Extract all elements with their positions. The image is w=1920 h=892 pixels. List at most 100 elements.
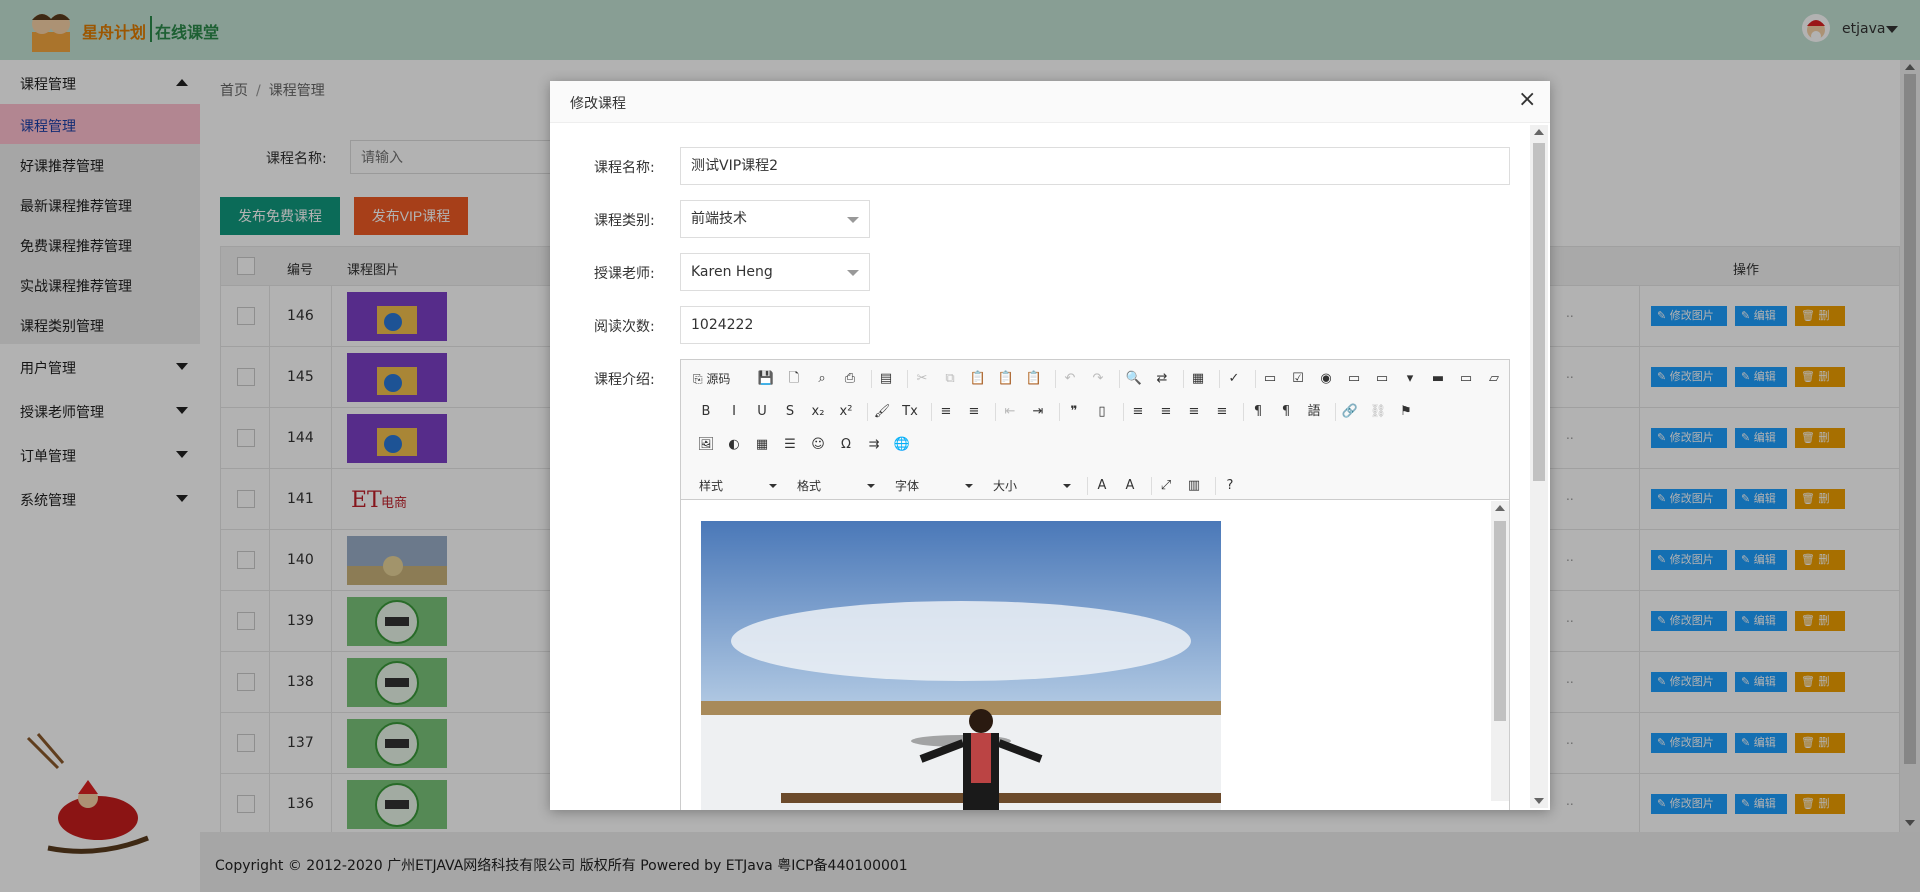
bulleted-list-icon[interactable]: ≡: [965, 403, 983, 421]
template-icon[interactable]: ▤: [877, 370, 895, 388]
div-icon[interactable]: ▯: [1093, 403, 1111, 421]
scrollbar-thumb[interactable]: [1533, 143, 1545, 481]
underline-icon[interactable]: U: [753, 403, 771, 421]
ltr-icon[interactable]: ¶: [1249, 403, 1267, 421]
select-icon[interactable]: ▾: [1401, 370, 1419, 388]
course-category-label: 课程类别:: [594, 213, 655, 229]
align-left-icon[interactable]: ≡: [1129, 403, 1147, 421]
textarea-icon[interactable]: ▭: [1373, 370, 1391, 388]
style-combo[interactable]: 样式: [699, 477, 777, 494]
dialog-scrollbar[interactable]: [1530, 125, 1548, 808]
unlink-icon[interactable]: ⛓: [1369, 403, 1387, 421]
scroll-down-icon[interactable]: [1534, 798, 1544, 804]
outdent-icon[interactable]: ⇤: [1001, 403, 1019, 421]
align-right-icon[interactable]: ≡: [1185, 403, 1203, 421]
blockquote-icon[interactable]: ❞: [1065, 403, 1083, 421]
save-icon[interactable]: 💾: [757, 370, 775, 388]
image-icon[interactable]: 🖼: [697, 436, 715, 454]
views-label: 阅读次数:: [594, 319, 655, 335]
source-button-label: 源码: [706, 372, 731, 386]
teacher-label: 授课老师:: [594, 266, 655, 282]
source-button[interactable]: ⎘ 源码: [693, 370, 730, 387]
bg-color-icon[interactable]: A: [1121, 477, 1139, 495]
preview-icon[interactable]: ⌕: [813, 370, 831, 388]
flash-icon[interactable]: ◐: [725, 436, 743, 454]
textfield-icon[interactable]: ▭: [1345, 370, 1363, 388]
spellcheck-icon[interactable]: ✓: [1225, 370, 1243, 388]
show-blocks-icon[interactable]: ▥: [1185, 477, 1203, 495]
copy-format-icon[interactable]: 🖌: [873, 403, 891, 421]
italic-icon[interactable]: I: [725, 403, 743, 421]
scroll-up-icon[interactable]: [1534, 129, 1544, 135]
course-category-value: 前端技术: [691, 211, 747, 227]
page-break-icon[interactable]: ⇉: [865, 436, 883, 454]
select-all-icon[interactable]: ▦: [1189, 370, 1207, 388]
paste-icon[interactable]: 📋: [969, 370, 987, 388]
indent-icon[interactable]: ⇥: [1029, 403, 1047, 421]
help-icon[interactable]: ?: [1221, 477, 1239, 495]
print-icon[interactable]: ⎙: [841, 370, 859, 388]
chevron-down-icon: [847, 217, 859, 223]
dialog-body: 课程名称: 测试VIP课程2 课程类别: 前端技术 授课老师: Karen He…: [550, 123, 1550, 810]
find-icon[interactable]: 🔍: [1125, 370, 1143, 388]
dialog-title: 修改课程: [570, 96, 626, 112]
redo-icon[interactable]: ↷: [1089, 370, 1107, 388]
smiley-icon[interactable]: ☺: [809, 436, 827, 454]
format-combo[interactable]: 格式: [797, 477, 875, 494]
paste-word-icon[interactable]: 📋: [1025, 370, 1043, 388]
rtl-icon[interactable]: ¶: [1277, 403, 1295, 421]
subscript-icon[interactable]: x₂: [809, 403, 827, 421]
edit-course-dialog: 修改课程 × 课程名称: 测试VIP课程2 课程类别: 前端技术 授课老师: K…: [550, 81, 1550, 810]
editor-scrollbar[interactable]: [1491, 501, 1509, 801]
cut-icon[interactable]: ✂: [913, 370, 931, 388]
chevron-down-icon: [847, 270, 859, 276]
teacher-select[interactable]: Karen Heng: [680, 253, 870, 291]
hr-icon[interactable]: ☰: [781, 436, 799, 454]
editor-content[interactable]: [681, 501, 1509, 810]
format-combo-label: 格式: [797, 479, 822, 493]
numbered-list-icon[interactable]: ≡: [937, 403, 955, 421]
table-icon[interactable]: ▦: [753, 436, 771, 454]
language-icon[interactable]: 語: [1305, 403, 1323, 421]
image-button-icon[interactable]: ▭: [1457, 370, 1475, 388]
replace-icon[interactable]: ⇄: [1153, 370, 1171, 388]
font-combo-label: 字体: [895, 479, 920, 493]
size-combo-label: 大小: [993, 479, 1018, 493]
paste-text-icon[interactable]: 📋: [997, 370, 1015, 388]
size-combo[interactable]: 大小: [993, 477, 1071, 494]
hidden-field-icon[interactable]: ▱: [1485, 370, 1503, 388]
bold-icon[interactable]: B: [697, 403, 715, 421]
superscript-icon[interactable]: x²: [837, 403, 855, 421]
new-page-icon[interactable]: 🗋: [785, 370, 803, 388]
justify-icon[interactable]: ≡: [1213, 403, 1231, 421]
style-combo-label: 样式: [699, 479, 724, 493]
remove-format-icon[interactable]: Tx: [901, 403, 919, 421]
dialog-header: 修改课程 ×: [550, 81, 1550, 123]
close-icon[interactable]: ×: [1518, 89, 1536, 111]
editor-toolbar: ⎘ 源码 💾 🗋 ⌕ ⎙ ▤ ✂ ⧉ 📋 📋 📋 ↶ ↷ 🔍 ⇄ ▦ ✓ ▭ ☑ ◉ ▭ ▭ ▾ ▬ ▭ ▱ B I U Sx₂ x² 🖌 T…: [681, 360, 1509, 500]
button-icon[interactable]: ▬: [1429, 370, 1447, 388]
link-icon[interactable]: 🔗: [1341, 403, 1359, 421]
anchor-icon[interactable]: ⚑: [1397, 403, 1415, 421]
radio-icon[interactable]: ◉: [1317, 370, 1335, 388]
course-name-label: 课程名称:: [594, 160, 655, 176]
scroll-up-icon[interactable]: [1495, 505, 1505, 511]
scrollbar-thumb[interactable]: [1494, 521, 1506, 721]
intro-label: 课程介绍:: [594, 372, 655, 388]
views-input[interactable]: 1024222: [680, 306, 870, 344]
copy-icon[interactable]: ⧉: [941, 370, 959, 388]
checkbox-icon[interactable]: ☑: [1289, 370, 1307, 388]
maximize-icon[interactable]: ⤢: [1157, 477, 1175, 495]
strike-icon[interactable]: S: [781, 403, 799, 421]
font-combo[interactable]: 字体: [895, 477, 973, 494]
form-icon[interactable]: ▭: [1261, 370, 1279, 388]
course-name-input[interactable]: 测试VIP课程2: [680, 147, 1510, 185]
iframe-icon[interactable]: 🌐: [893, 436, 911, 454]
special-char-icon[interactable]: Ω: [837, 436, 855, 454]
undo-icon[interactable]: ↶: [1061, 370, 1079, 388]
rich-text-editor: ⎘ 源码 💾 🗋 ⌕ ⎙ ▤ ✂ ⧉ 📋 📋 📋 ↶ ↷ 🔍 ⇄ ▦ ✓ ▭ ☑ ◉ ▭ ▭ ▾ ▬ ▭ ▱ B I U Sx₂ x² 🖌 T…: [680, 359, 1510, 810]
text-color-icon[interactable]: A: [1093, 477, 1111, 495]
teacher-value: Karen Heng: [691, 264, 773, 280]
course-category-select[interactable]: 前端技术: [680, 200, 870, 238]
align-center-icon[interactable]: ≡: [1157, 403, 1175, 421]
